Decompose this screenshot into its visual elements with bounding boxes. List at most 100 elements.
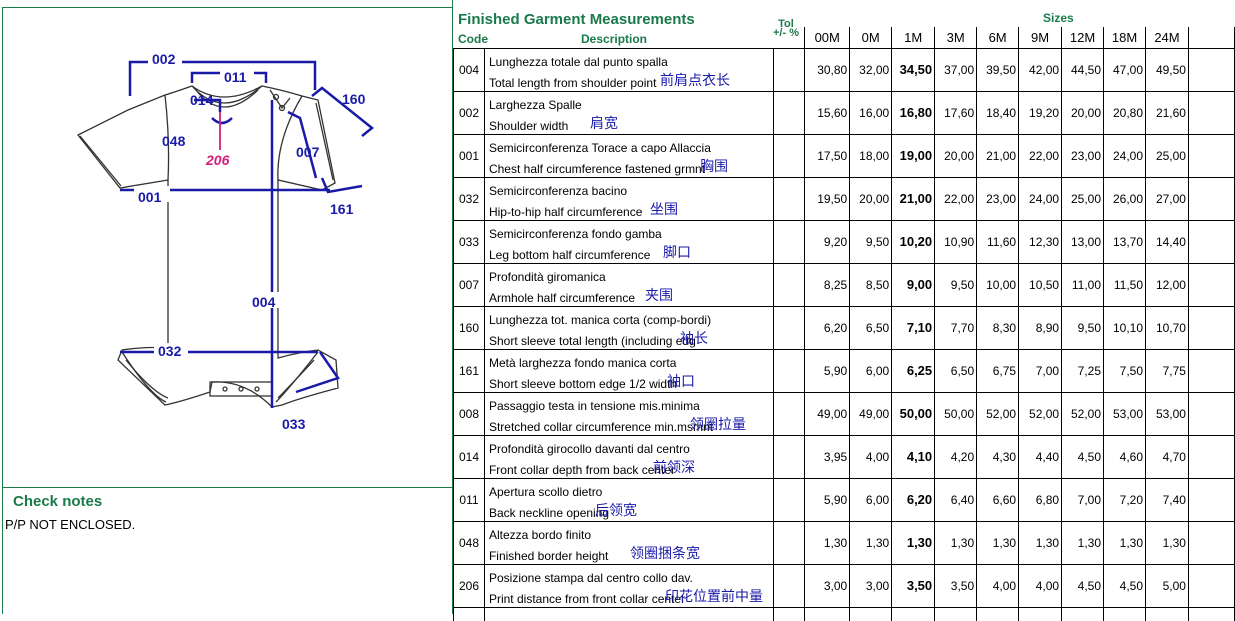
size-value: 10,10 bbox=[1103, 305, 1146, 350]
size-value: 3,00 bbox=[849, 563, 893, 608]
description-italian: Altezza bordo finito bbox=[488, 527, 592, 542]
table-row: 001 Semicirconferenza Torace a capo Alla… bbox=[453, 133, 1235, 178]
row-tolerance bbox=[773, 477, 806, 522]
row-tolerance bbox=[773, 520, 806, 565]
size-value: 7,25 bbox=[1061, 348, 1105, 393]
size-value: 7,00 bbox=[1018, 348, 1063, 393]
size-value: 52,00 bbox=[976, 391, 1020, 436]
description-chinese: 袖长 bbox=[679, 330, 708, 347]
description-chinese: 夹围 bbox=[644, 287, 673, 304]
size-value: 11,60 bbox=[976, 219, 1020, 264]
size-value: 44,50 bbox=[1061, 47, 1105, 92]
size-value: 8,25 bbox=[804, 262, 851, 307]
row-description: Posizione stampa dal centro collo dav. P… bbox=[483, 563, 775, 608]
size-value: 4,60 bbox=[1103, 434, 1146, 479]
size-value: 50,00 bbox=[934, 391, 978, 436]
size-value: 23,00 bbox=[1061, 133, 1105, 178]
size-value: 6,40 bbox=[934, 477, 978, 522]
row-description: Passaggio testa in tensione mis.minima S… bbox=[483, 391, 775, 436]
size-value: 1,30 bbox=[849, 520, 893, 565]
row-code: 007 bbox=[453, 262, 485, 307]
row-tolerance bbox=[773, 90, 806, 135]
row-tolerance bbox=[773, 133, 806, 178]
description-italian: Passaggio testa in tensione mis.minima bbox=[488, 398, 700, 413]
row-tolerance bbox=[773, 563, 806, 608]
size-label: 12M bbox=[1061, 27, 1105, 49]
row-description: Semicirconferenza Torace a capo Allaccia… bbox=[483, 133, 775, 178]
description-chinese: 前领深 bbox=[652, 459, 695, 476]
size-value: 34,50 bbox=[891, 47, 936, 92]
size-value: 6,20 bbox=[804, 305, 851, 350]
row-code: 011 bbox=[453, 477, 485, 522]
description-italian: Apertura scollo dietro bbox=[488, 484, 603, 499]
size-value: 26,00 bbox=[1103, 176, 1146, 221]
table-row: 161 Metà larghezza fondo manica corta Sh… bbox=[453, 348, 1235, 393]
row-code: 048 bbox=[453, 520, 485, 565]
row-code: 014 bbox=[453, 434, 485, 479]
row-tolerance bbox=[773, 434, 806, 479]
size-value: 7,40 bbox=[1145, 477, 1189, 522]
size-value: 25,00 bbox=[1061, 176, 1105, 221]
table-row: 032 Semicirconferenza bacino Hip-to-hip … bbox=[453, 176, 1235, 221]
label-004: 004 bbox=[252, 294, 276, 310]
label-206: 206 bbox=[205, 152, 230, 168]
size-value: 50,00 bbox=[891, 391, 936, 436]
size-value: 6,75 bbox=[976, 348, 1020, 393]
size-value: 47,00 bbox=[1103, 47, 1146, 92]
size-value: 8,50 bbox=[849, 262, 893, 307]
check-notes-title: Check notes bbox=[13, 493, 103, 510]
description-english: Stretched collar circumference min.msmnt bbox=[488, 419, 714, 434]
row-description: Lunghezza totale dal punto spalla Total … bbox=[483, 47, 775, 92]
size-value: 53,00 bbox=[1145, 391, 1189, 436]
row-tolerance bbox=[773, 305, 806, 350]
bodysuit-sketch: 002 011 014 160 048 206 007 001 161 004 … bbox=[76, 51, 375, 432]
size-value: 1,30 bbox=[891, 520, 936, 565]
row-description: Apertura scollo dietro Back neckline ope… bbox=[483, 477, 775, 522]
size-value: 10,00 bbox=[976, 262, 1020, 307]
description-chinese: 领圈捆条宽 bbox=[629, 545, 700, 562]
size-value: 7,10 bbox=[891, 305, 936, 350]
size-value: 24,00 bbox=[1018, 176, 1063, 221]
size-value: 9,00 bbox=[891, 262, 936, 307]
size-value: 12,00 bbox=[1145, 262, 1189, 307]
size-value: 49,50 bbox=[1145, 47, 1189, 92]
row-description: Altezza bordo finito Finished border hei… bbox=[483, 520, 775, 565]
description-italian: Profondità girocollo davanti dal centro bbox=[488, 441, 690, 456]
size-value: 21,00 bbox=[976, 133, 1020, 178]
size-value: 9,50 bbox=[849, 219, 893, 264]
size-value: 4,50 bbox=[1061, 434, 1105, 479]
size-value: 4,30 bbox=[976, 434, 1020, 479]
size-value: 15,60 bbox=[804, 90, 851, 135]
size-value: 5,90 bbox=[804, 477, 851, 522]
size-value: 8,90 bbox=[1018, 305, 1063, 350]
size-value: 6,50 bbox=[934, 348, 978, 393]
description-italian: Profondità giromanica bbox=[488, 269, 606, 284]
description-italian: Lunghezza totale dal punto spalla bbox=[488, 54, 668, 69]
label-014: 014 bbox=[190, 92, 214, 108]
size-label: 24M bbox=[1145, 27, 1189, 49]
size-value: 18,00 bbox=[849, 133, 893, 178]
size-value: 1,30 bbox=[976, 520, 1020, 565]
size-label: 18M bbox=[1103, 27, 1146, 49]
description-english: Hip-to-hip half circumference bbox=[488, 204, 643, 219]
row-description: Lunghezza tot. manica corta (comp-bordi)… bbox=[483, 305, 775, 350]
size-value: 39,50 bbox=[976, 47, 1020, 92]
size-value: 1,30 bbox=[804, 520, 851, 565]
row-description: Profondità giromanica Armhole half circu… bbox=[483, 262, 775, 307]
size-value: 20,00 bbox=[934, 133, 978, 178]
size-value: 3,50 bbox=[891, 563, 936, 608]
size-value: 11,00 bbox=[1061, 262, 1105, 307]
label-161: 161 bbox=[330, 201, 354, 217]
size-value: 7,75 bbox=[1145, 348, 1189, 393]
size-value: 17,50 bbox=[804, 133, 851, 178]
table-row: 033 Semicirconferenza fondo gamba Leg bo… bbox=[453, 219, 1235, 264]
row-tolerance bbox=[773, 262, 806, 307]
description-chinese: 前肩点衣长 bbox=[659, 72, 730, 89]
description-english: Leg bottom half circumference bbox=[488, 247, 651, 262]
size-value: 4,00 bbox=[976, 563, 1020, 608]
size-value: 4,40 bbox=[1018, 434, 1063, 479]
size-value: 19,50 bbox=[804, 176, 851, 221]
size-value: 4,70 bbox=[1145, 434, 1189, 479]
size-value: 6,25 bbox=[891, 348, 936, 393]
size-value: 5,00 bbox=[1145, 563, 1189, 608]
